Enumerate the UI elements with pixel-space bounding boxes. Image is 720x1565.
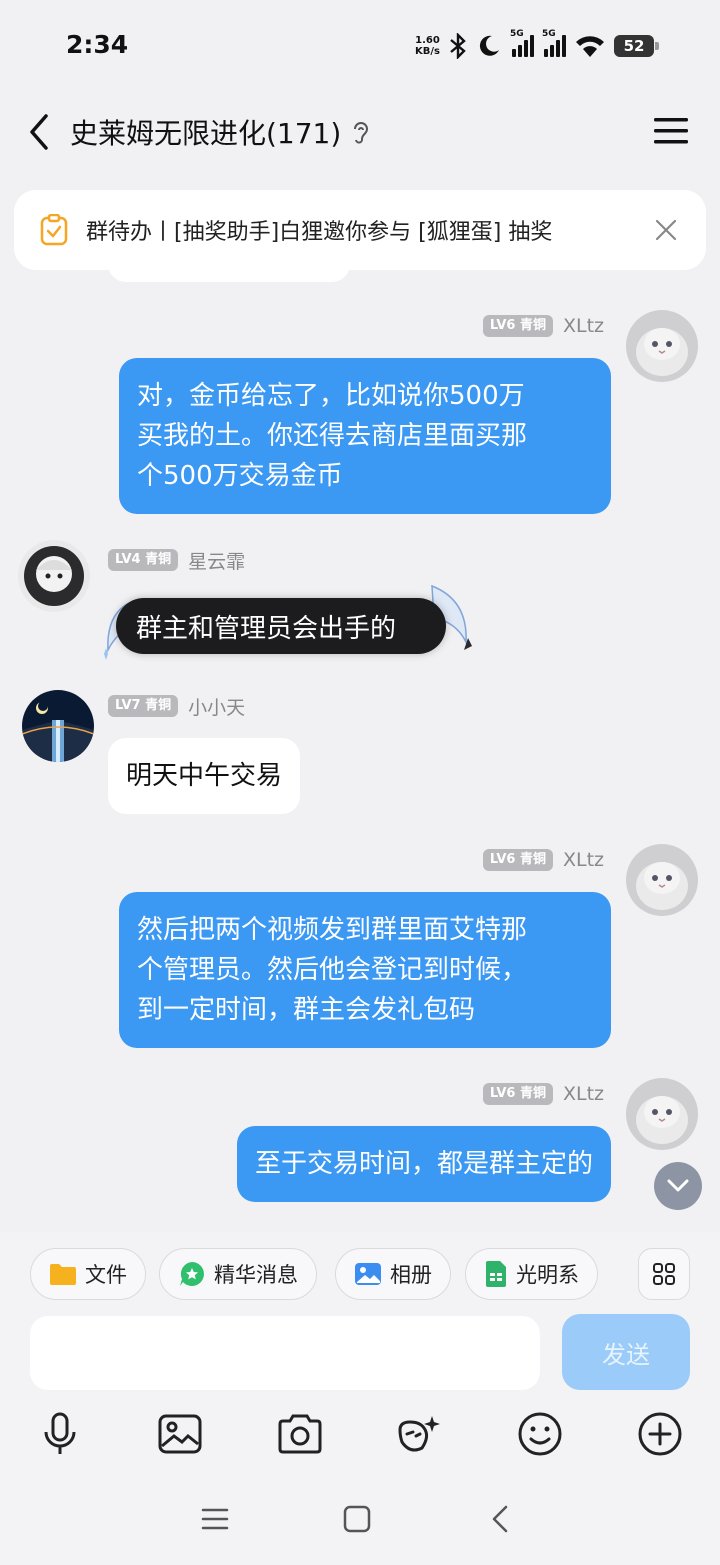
menu-icon[interactable] (654, 116, 688, 146)
essence-messages-chip[interactable]: 精华消息 (159, 1248, 317, 1300)
avatar[interactable] (18, 540, 90, 612)
sticker-mask-icon[interactable] (396, 1410, 444, 1458)
quick-actions-bar: 文件 精华消息 相册 光明系 (0, 1232, 720, 1314)
album-chip[interactable]: 相册 (335, 1248, 451, 1300)
avatar[interactable] (626, 844, 698, 916)
more-apps-button[interactable] (638, 1248, 690, 1300)
file-chip[interactable]: 文件 (30, 1248, 146, 1300)
sender-name[interactable]: XLtz (563, 849, 604, 871)
camera-icon[interactable] (276, 1410, 324, 1458)
avatar[interactable] (626, 310, 698, 382)
sender-name[interactable]: XLtz (563, 315, 604, 337)
todo-clipboard-icon (40, 214, 68, 246)
composer: 发送 (0, 1314, 720, 1400)
status-icons: 1.60 KB/s 5G 5G 52 (415, 29, 659, 62)
system-nav-bar (0, 1470, 720, 1565)
wifi-icon (576, 36, 604, 57)
group-name: 史莱姆无限进化(171) (70, 117, 342, 150)
input-toolbar (0, 1400, 720, 1470)
level-badge: LV4 青铜 (108, 549, 179, 571)
image-icon[interactable] (156, 1410, 204, 1458)
moon-icon (479, 35, 499, 56)
message-bubble[interactable]: 明天中午交易 (108, 738, 301, 814)
bluetooth-icon (450, 33, 466, 59)
chevron-down-icon (667, 1179, 689, 1192)
recent-apps-icon[interactable] (200, 1504, 230, 1534)
folder-icon (50, 1264, 76, 1285)
home-icon[interactable] (342, 1504, 372, 1534)
group-todo-banner[interactable]: 群待办丨[抽奖助手]白狸邀你参与 [狐狸蛋] 抽奖 (14, 190, 706, 270)
signal-icon: 5G (510, 29, 534, 57)
status-time: 2:34 (66, 30, 129, 59)
level-badge: LV6 青铜 (482, 315, 553, 337)
microphone-icon[interactable] (36, 1410, 84, 1458)
grid-icon (653, 1263, 675, 1285)
back-arrow-icon[interactable] (24, 110, 54, 154)
emoji-icon[interactable] (516, 1410, 564, 1458)
message-bubble[interactable]: 然后把两个视频发到群里面艾特那 个管理员。然后他会登记到时候， 到一定时间，群主… (119, 892, 611, 1048)
star-chat-icon (180, 1262, 204, 1286)
net-speed: 1.60 KB/s (415, 35, 440, 57)
close-icon[interactable] (654, 218, 678, 242)
message-meta: LV4 青铜 星云霏 (108, 546, 245, 574)
message-bubble[interactable]: 至于交易时间，都是群主定的 (236, 1126, 611, 1202)
message-meta: LV7 青铜 小小天 (108, 692, 245, 720)
sender-name[interactable]: 星云霏 (188, 547, 245, 574)
photo-album-icon (355, 1263, 381, 1285)
message-bubble[interactable]: 群主和管理员会出手的 (116, 598, 446, 654)
message-bubble[interactable]: 对，金币给忘了，比如说你500万 买我的土。你还得去商店里面买那 个500万交易… (119, 358, 611, 514)
avatar[interactable] (22, 690, 94, 762)
sender-name[interactable]: 小小天 (188, 693, 245, 720)
level-badge: LV7 青铜 (108, 695, 179, 717)
chat-title[interactable]: 史莱姆无限进化(171) (70, 112, 371, 152)
chat-header: 史莱姆无限进化(171) (0, 92, 720, 172)
signal-icon: 5G (542, 29, 566, 57)
message-meta: LV6 青铜 XLtz (482, 846, 604, 874)
document-chip[interactable]: 光明系 (465, 1248, 598, 1300)
scroll-to-bottom-button[interactable] (654, 1162, 702, 1210)
message-meta: LV6 青铜 XLtz (482, 312, 604, 340)
ear-icon (354, 122, 369, 144)
todo-text: 群待办丨[抽奖助手]白狸邀你参与 [狐狸蛋] 抽奖 (86, 220, 553, 245)
message-input[interactable] (30, 1316, 540, 1390)
plus-icon[interactable] (636, 1410, 684, 1458)
avatar[interactable] (626, 1078, 698, 1150)
battery-icon: 52 (614, 35, 659, 57)
document-icon (486, 1261, 506, 1287)
back-nav-icon[interactable] (486, 1504, 516, 1534)
level-badge: LV6 青铜 (482, 1083, 553, 1105)
level-badge: LV6 青铜 (482, 849, 553, 871)
status-bar: 2:34 1.60 KB/s 5G 5G 52 (0, 0, 720, 92)
send-button[interactable]: 发送 (562, 1314, 690, 1390)
sender-name[interactable]: XLtz (563, 1083, 604, 1105)
message-meta: LV6 青铜 XLtz (482, 1080, 604, 1108)
